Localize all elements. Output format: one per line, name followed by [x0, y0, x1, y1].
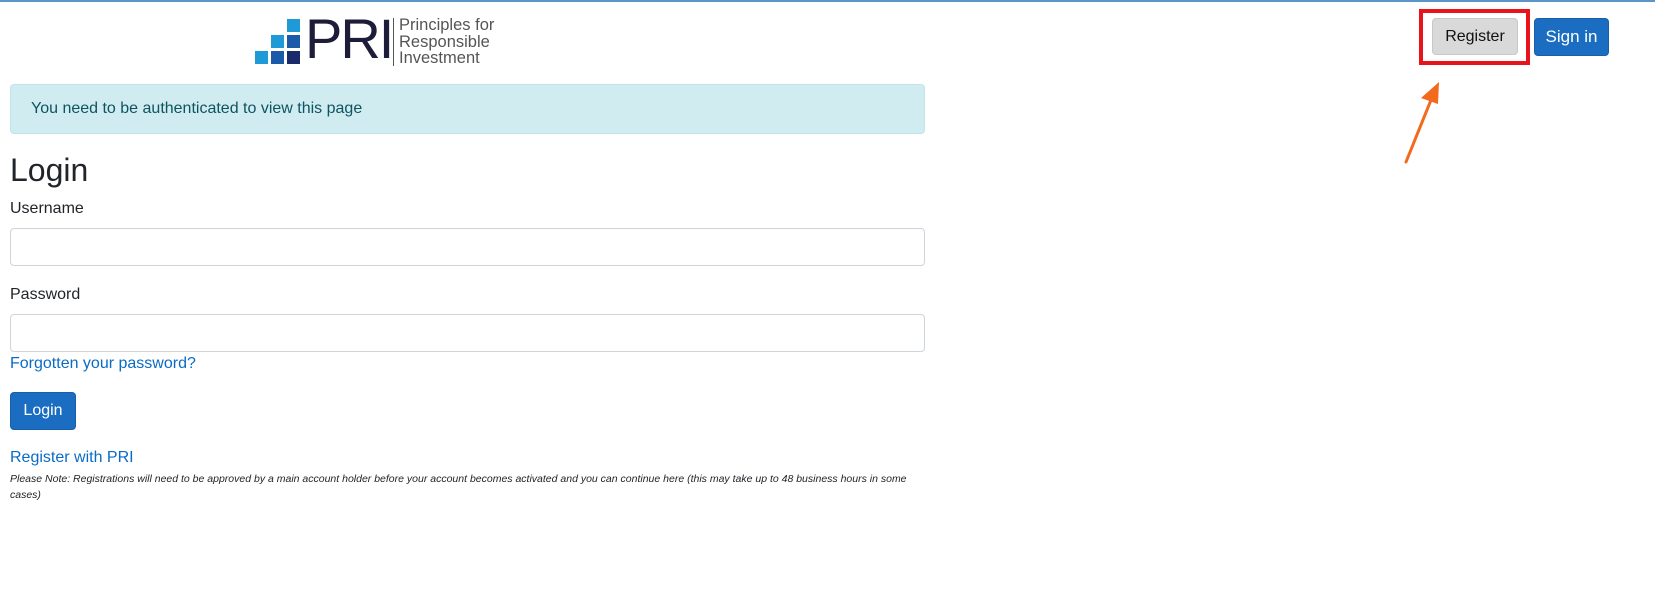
logo-tagline-line: Responsible	[399, 32, 490, 51]
logo-squares-icon	[254, 19, 302, 65]
logo-tagline: Principles for Responsible Investment	[399, 17, 494, 67]
registration-note: Please Note: Registrations will need to …	[10, 473, 907, 501]
password-label: Password	[10, 286, 81, 303]
logo-tagline-line: Investment	[399, 49, 480, 67]
page-title: Login	[10, 152, 89, 188]
auth-alert: You need to be authenticated to view thi…	[10, 84, 925, 134]
sign-in-button[interactable]: Sign in	[1534, 18, 1609, 56]
username-label: Username	[10, 200, 84, 217]
logo-wordmark: PRI	[305, 7, 394, 70]
page: PRI Principles for Responsible Investmen…	[0, 0, 1655, 614]
login-button[interactable]: Login	[10, 392, 76, 430]
pri-logo[interactable]: PRI Principles for Responsible Investmen…	[254, 9, 504, 69]
top-rule	[0, 0, 1655, 2]
register-with-pri-link[interactable]: Register with PRI	[10, 448, 134, 468]
annotation-arrow-icon	[1404, 82, 1439, 164]
logo-tagline-line: Principles for	[399, 16, 495, 34]
username-input[interactable]	[10, 228, 925, 266]
register-button[interactable]: Register	[1432, 18, 1518, 55]
password-input[interactable]	[10, 314, 925, 352]
logo-divider	[393, 18, 394, 66]
forgot-password-link[interactable]: Forgotten your password?	[10, 354, 196, 374]
